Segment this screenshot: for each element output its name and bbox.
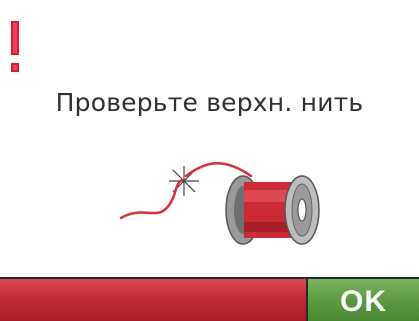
ok-button-label: OK: [340, 285, 387, 318]
alert-screen: Проверьте верхн. нить OK: [0, 0, 419, 321]
bottom-left-panel: [0, 279, 308, 321]
ok-button[interactable]: OK: [308, 279, 419, 321]
thread-spool-icon: [119, 162, 320, 245]
alert-message: Проверьте верхн. нить: [55, 88, 364, 117]
spool-icon: [225, 175, 320, 245]
exclamation-icon: [11, 21, 19, 72]
bottom-bar: OK: [0, 277, 419, 321]
